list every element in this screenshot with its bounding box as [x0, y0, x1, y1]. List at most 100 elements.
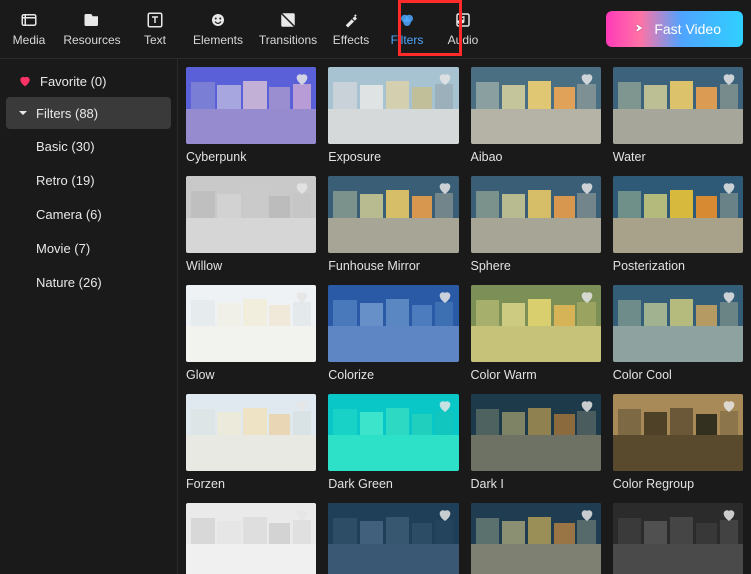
- sidebar-sub-label: Basic (30): [36, 139, 95, 154]
- filter-name: Aibao: [471, 150, 601, 166]
- favorite-heart-icon[interactable]: [721, 180, 737, 196]
- favorite-heart-icon[interactable]: [437, 507, 453, 523]
- filter-name: Willow: [186, 259, 316, 275]
- filter-name: Forzen: [186, 477, 316, 493]
- filter-thumbnail: [328, 67, 458, 144]
- filter-tile[interactable]: Exposure: [328, 67, 458, 166]
- favorite-heart-icon[interactable]: [294, 71, 310, 87]
- favorite-heart-icon[interactable]: [437, 71, 453, 87]
- resources-icon: [83, 11, 101, 29]
- filter-tile[interactable]: Color Regroup: [613, 394, 743, 493]
- toolbar-text-label: Text: [144, 33, 166, 47]
- toolbar-audio-label: Audio: [448, 33, 479, 47]
- sidebar-sub-basic[interactable]: Basic (30): [0, 129, 177, 163]
- favorite-heart-icon[interactable]: [721, 71, 737, 87]
- filter-name: Color Cool: [613, 368, 743, 384]
- toolbar-resources[interactable]: Resources: [58, 6, 126, 52]
- toolbar-audio[interactable]: Audio: [436, 6, 490, 52]
- filter-thumbnail: [471, 67, 601, 144]
- filters-icon: [398, 11, 416, 29]
- filter-thumbnail: [613, 285, 743, 362]
- filter-tile[interactable]: Water: [613, 67, 743, 166]
- toolbar-media[interactable]: Media: [2, 6, 56, 52]
- filter-thumbnail: [328, 503, 458, 574]
- filter-thumbnail: [613, 67, 743, 144]
- toolbar-effects[interactable]: Effects: [324, 6, 378, 52]
- filter-thumbnail: [471, 285, 601, 362]
- favorite-heart-icon[interactable]: [579, 289, 595, 305]
- caret-down-icon: [18, 108, 28, 118]
- toolbar-transitions[interactable]: Transitions: [254, 6, 322, 52]
- sidebar-favorite[interactable]: Favorite (0): [0, 65, 177, 97]
- filter-tile[interactable]: Dark I: [471, 394, 601, 493]
- sidebar-sub-camera[interactable]: Camera (6): [0, 197, 177, 231]
- filter-name: Posterization: [613, 259, 743, 275]
- filter-tile[interactable]: [471, 503, 601, 574]
- filter-tile[interactable]: Posterization: [613, 176, 743, 275]
- sidebar-favorite-label: Favorite (0): [40, 74, 106, 89]
- sidebar-sub-label: Movie (7): [36, 241, 90, 256]
- favorite-heart-icon[interactable]: [437, 180, 453, 196]
- filter-thumbnail: [471, 503, 601, 574]
- favorite-heart-icon[interactable]: [294, 398, 310, 414]
- sidebar-sub-movie[interactable]: Movie (7): [0, 231, 177, 265]
- filter-name: Colorize: [328, 368, 458, 384]
- sidebar-sub-nature[interactable]: Nature (26): [0, 265, 177, 299]
- fast-video-button[interactable]: Fast Video: [606, 11, 743, 47]
- filter-tile[interactable]: [186, 503, 316, 574]
- filter-thumbnail: [328, 394, 458, 471]
- favorite-heart-icon[interactable]: [579, 180, 595, 196]
- favorite-heart-icon[interactable]: [579, 507, 595, 523]
- filter-name: Glow: [186, 368, 316, 384]
- filter-name: Exposure: [328, 150, 458, 166]
- filter-tile[interactable]: Colorize: [328, 285, 458, 384]
- toolbar-filters[interactable]: Filters: [380, 6, 434, 52]
- filter-tile[interactable]: Color Cool: [613, 285, 743, 384]
- filter-tile[interactable]: Willow: [186, 176, 316, 275]
- filter-thumbnail: [613, 176, 743, 253]
- filter-tile[interactable]: Dark Green: [328, 394, 458, 493]
- toolbar-text[interactable]: Text: [128, 6, 182, 52]
- filter-thumbnail: [186, 394, 316, 471]
- fast-video-label: Fast Video: [654, 21, 721, 37]
- sidebar-sub-label: Camera (6): [36, 207, 102, 222]
- filter-thumbnail: [328, 176, 458, 253]
- filter-thumbnail: [186, 67, 316, 144]
- filter-tile[interactable]: Aibao: [471, 67, 601, 166]
- filter-thumbnail: [186, 285, 316, 362]
- audio-icon: [454, 11, 472, 29]
- text-icon: [146, 11, 164, 29]
- filter-name: Color Warm: [471, 368, 601, 384]
- filter-tile[interactable]: Sphere: [471, 176, 601, 275]
- favorite-heart-icon[interactable]: [294, 289, 310, 305]
- favorite-heart-icon[interactable]: [579, 398, 595, 414]
- filter-tile[interactable]: [613, 503, 743, 574]
- toolbar-elements[interactable]: Elements: [184, 6, 252, 52]
- favorite-heart-icon[interactable]: [437, 398, 453, 414]
- favorite-heart-icon[interactable]: [721, 507, 737, 523]
- filter-tile[interactable]: Forzen: [186, 394, 316, 493]
- favorite-heart-icon[interactable]: [721, 398, 737, 414]
- filter-tile[interactable]: Color Warm: [471, 285, 601, 384]
- filter-name: Dark Green: [328, 477, 458, 493]
- favorite-heart-icon[interactable]: [437, 289, 453, 305]
- favorite-heart-icon[interactable]: [294, 507, 310, 523]
- toolbar-elements-label: Elements: [193, 33, 243, 47]
- toolbar-media-label: Media: [13, 33, 46, 47]
- filter-name: Cyberpunk: [186, 150, 316, 166]
- filter-tile[interactable]: Funhouse Mirror: [328, 176, 458, 275]
- favorite-heart-icon[interactable]: [721, 289, 737, 305]
- sidebar-filters-group[interactable]: Filters (88): [6, 97, 171, 129]
- favorite-heart-icon[interactable]: [294, 180, 310, 196]
- filter-tile[interactable]: Cyberpunk: [186, 67, 316, 166]
- filter-thumbnail: [613, 503, 743, 574]
- sidebar-sub-retro[interactable]: Retro (19): [0, 163, 177, 197]
- filter-tile[interactable]: [328, 503, 458, 574]
- filter-thumbnail: [471, 176, 601, 253]
- filter-thumbnail: [471, 394, 601, 471]
- sidebar-sub-label: Retro (19): [36, 173, 95, 188]
- main-area: Favorite (0) Filters (88) Basic (30) Retr…: [0, 59, 751, 574]
- favorite-heart-icon[interactable]: [579, 71, 595, 87]
- toolbar-resources-label: Resources: [63, 33, 120, 47]
- filter-tile[interactable]: Glow: [186, 285, 316, 384]
